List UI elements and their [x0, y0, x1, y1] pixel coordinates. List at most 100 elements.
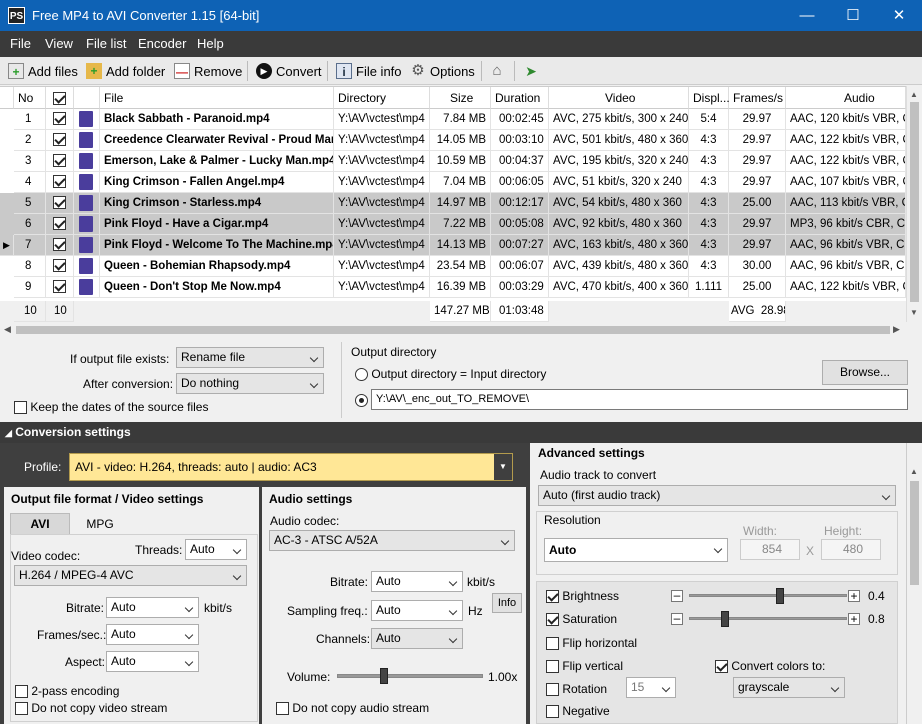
row-checkbox-box[interactable] — [53, 217, 66, 231]
col-directory[interactable]: Directory — [334, 87, 430, 109]
row-checkbox-box[interactable] — [53, 175, 66, 189]
audio-track-select[interactable]: Auto (first audio track) — [538, 485, 896, 506]
convert-button[interactable]: ▶ Convert — [256, 61, 322, 81]
col-audio[interactable]: Audio — [786, 87, 906, 109]
brightness-slider-thumb[interactable] — [776, 588, 784, 604]
brightness-slider[interactable] — [689, 594, 847, 597]
row-checkbox-box[interactable] — [53, 196, 66, 210]
convert-colors-option[interactable]: Convert colors to: — [715, 659, 825, 674]
flip-horizontal-option[interactable]: Flip horizontal — [546, 636, 637, 651]
table-row[interactable]: 3 Emerson, Lake & Palmer - Lucky Man.mp4 Y… — [0, 151, 906, 172]
file-info-button[interactable]: i File info — [336, 61, 402, 81]
row-checkbox[interactable] — [46, 256, 74, 277]
audio-codec-select[interactable]: AC-3 - ATSC A/52A — [269, 530, 515, 551]
saturation-minus-icon[interactable]: – — [671, 612, 683, 625]
if-exists-select[interactable]: Rename file — [176, 347, 324, 368]
scroll-up-icon[interactable]: ▲ — [910, 90, 918, 99]
col-fps[interactable]: Frames/s — [729, 87, 786, 109]
table-row[interactable]: 6 Pink Floyd - Have a Cigar.mp4 Y:\AV\vcte… — [0, 214, 906, 235]
brightness-checkbox[interactable] — [546, 590, 559, 604]
close-button[interactable]: ✕ — [876, 0, 922, 31]
profile-select[interactable]: AVI - video: H.264, threads: auto | audi… — [69, 453, 513, 481]
scroll-left-icon[interactable]: ◀ — [4, 324, 11, 335]
flip-horizontal-checkbox[interactable] — [546, 637, 559, 651]
keep-dates-checkbox[interactable] — [14, 401, 27, 415]
col-check[interactable] — [46, 87, 74, 109]
rotation-option[interactable]: Rotation — [546, 682, 607, 697]
menu-file[interactable]: File — [10, 36, 31, 51]
col-duration[interactable]: Duration — [491, 87, 549, 109]
tab-mpg[interactable]: MPG — [70, 513, 130, 535]
saturation-slider[interactable] — [689, 617, 847, 620]
tab-avi[interactable]: AVI — [10, 513, 70, 535]
row-checkbox[interactable] — [46, 172, 74, 193]
remove-button[interactable]: — Remove — [174, 61, 242, 81]
video-bitrate-select[interactable]: Auto — [106, 597, 199, 618]
menu-encoder[interactable]: Encoder — [138, 36, 186, 51]
scroll-down-icon[interactable]: ▼ — [910, 308, 918, 317]
col-file[interactable]: File — [100, 87, 334, 109]
brightness-option[interactable]: Brightness — [546, 589, 619, 604]
row-checkbox[interactable] — [46, 130, 74, 151]
convert-colors-checkbox[interactable] — [715, 660, 728, 674]
select-all-checkbox[interactable] — [53, 92, 66, 106]
two-pass-option[interactable]: 2-pass encoding — [15, 684, 119, 699]
row-checkbox[interactable] — [46, 109, 74, 130]
profile-dropdown-icon[interactable]: ▼ — [494, 454, 512, 480]
volume-slider-thumb[interactable] — [380, 668, 388, 684]
options-button[interactable]: ⚙ Options — [410, 61, 475, 81]
brightness-plus-icon[interactable]: + — [848, 590, 860, 602]
colors-select[interactable]: grayscale — [733, 677, 845, 698]
settings-scrollbar[interactable]: ▲ — [906, 443, 922, 724]
negative-checkbox[interactable] — [546, 705, 559, 719]
table-vertical-scrollbar[interactable]: ▲ ▼ — [906, 86, 922, 322]
menu-view[interactable]: View — [45, 36, 73, 51]
row-checkbox-box[interactable] — [53, 280, 66, 294]
info-button[interactable]: Info — [492, 593, 522, 613]
audio-bitrate-select[interactable]: Auto — [371, 571, 463, 592]
rotation-select[interactable]: 15 — [626, 677, 676, 698]
maximize-button[interactable]: ☐ — [830, 0, 876, 31]
row-checkbox[interactable] — [46, 151, 74, 172]
channels-select[interactable]: Auto — [371, 628, 463, 649]
after-conversion-select[interactable]: Do nothing — [176, 373, 324, 394]
table-row[interactable]: 5 King Crimson - Starless.mp4 Y:\AV\vctest… — [0, 193, 906, 214]
row-checkbox-box[interactable] — [53, 238, 66, 252]
negative-option[interactable]: Negative — [546, 704, 610, 719]
two-pass-checkbox[interactable] — [15, 685, 28, 699]
col-video[interactable]: Video — [549, 87, 689, 109]
table-row[interactable]: 4 King Crimson - Fallen Angel.mp4 Y:\AV\vc… — [0, 172, 906, 193]
flip-vertical-option[interactable]: Flip vertical — [546, 659, 623, 674]
row-checkbox[interactable] — [46, 277, 74, 298]
add-files-button[interactable]: + Add files — [8, 61, 78, 81]
keep-dates-option[interactable]: Keep the dates of the source files — [14, 400, 208, 415]
row-checkbox[interactable] — [46, 193, 74, 214]
sampling-freq-select[interactable]: Auto — [371, 600, 463, 621]
custom-dir-radio[interactable] — [355, 394, 368, 408]
row-checkbox-box[interactable] — [53, 154, 66, 168]
add-folder-button[interactable]: + Add folder — [86, 61, 165, 81]
col-size[interactable]: Size — [430, 87, 491, 109]
same-dir-radio[interactable] — [355, 368, 368, 382]
pin-button[interactable]: ➤ — [523, 61, 543, 81]
conversion-settings-header[interactable]: ◢ Conversion settings — [0, 422, 922, 443]
saturation-checkbox[interactable] — [546, 613, 559, 627]
saturation-plus-icon[interactable]: + — [848, 613, 860, 625]
no-copy-audio-checkbox[interactable] — [276, 702, 289, 716]
flip-vertical-checkbox[interactable] — [546, 660, 559, 674]
settings-scroll-thumb[interactable] — [910, 481, 919, 585]
scroll-thumb[interactable] — [910, 102, 919, 302]
brightness-minus-icon[interactable]: – — [671, 589, 683, 602]
same-dir-option[interactable]: Output directory = Input directory — [355, 367, 546, 382]
table-row[interactable]: 8 Queen - Bohemian Rhapsody.mp4 Y:\AV\vcte… — [0, 256, 906, 277]
browse-button[interactable]: Browse... — [822, 360, 908, 385]
saturation-option[interactable]: Saturation — [546, 612, 617, 627]
height-input[interactable]: 480 — [821, 539, 881, 560]
scroll-right-icon[interactable]: ▶ — [893, 324, 900, 335]
table-row[interactable]: 9 Queen - Don't Stop Me Now.mp4 Y:\AV\vcte… — [0, 277, 906, 298]
table-row[interactable]: 1 Black Sabbath - Paranoid.mp4 Y:\AV\vctes… — [0, 109, 906, 130]
width-input[interactable]: 854 — [740, 539, 800, 560]
row-checkbox[interactable] — [46, 235, 74, 256]
volume-slider[interactable] — [337, 674, 483, 678]
table-row[interactable]: 2 Creedence Clearwater Revival - Proud Ma… — [0, 130, 906, 151]
